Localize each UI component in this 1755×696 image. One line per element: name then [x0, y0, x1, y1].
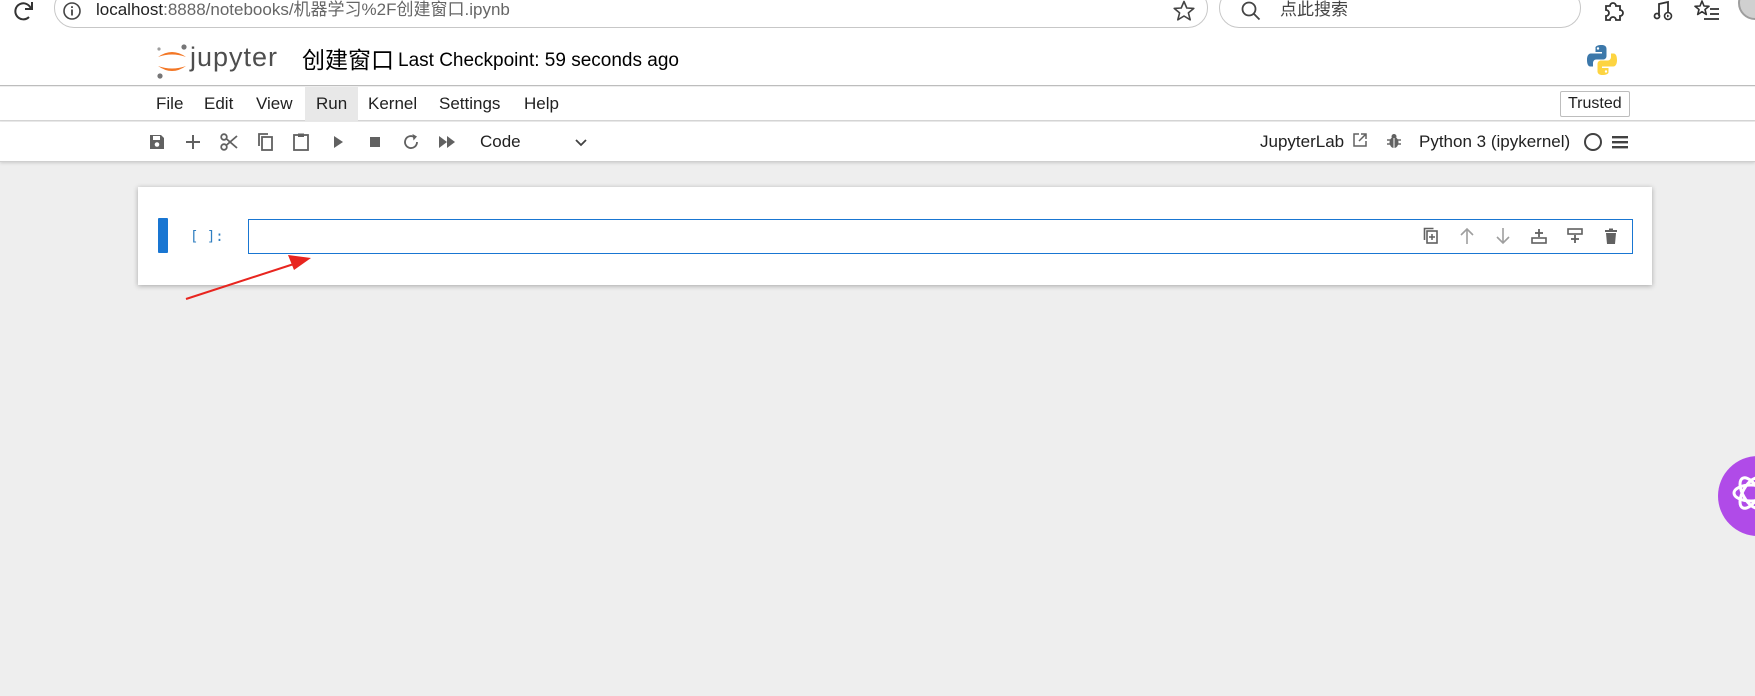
menu-kernel[interactable]: Kernel: [357, 87, 428, 121]
stop-icon[interactable]: [364, 131, 386, 153]
assistant-orb-button[interactable]: [1718, 456, 1755, 536]
debugger-bug-icon[interactable]: [1385, 132, 1403, 150]
site-info-icon[interactable]: [62, 1, 82, 21]
insert-below-icon: [1567, 228, 1583, 243]
reload-icon[interactable]: [12, 0, 36, 22]
jupyter-wordmark: jupyter: [190, 42, 279, 72]
notebook-title[interactable]: 创建窗口: [302, 46, 394, 74]
delete-icon: [1605, 228, 1617, 244]
paste-icon[interactable]: [290, 131, 312, 153]
menu-bar: File Edit View Run Kernel Settings Help: [0, 87, 1755, 121]
assistant-logo-icon: [1732, 476, 1755, 510]
favorites-list-icon[interactable]: [1694, 0, 1720, 24]
kernel-status-idle-icon: [1584, 133, 1602, 151]
move-cell-down-button[interactable]: [1489, 224, 1517, 248]
search-icon: [1241, 1, 1261, 21]
menu-view[interactable]: View: [245, 87, 304, 121]
jupyter-logo-icon[interactable]: [154, 43, 190, 79]
save-icon[interactable]: [146, 131, 168, 153]
favorite-star-icon[interactable]: [1172, 0, 1196, 23]
last-checkpoint: Last Checkpoint: 59 seconds ago: [398, 50, 679, 71]
url-path: :8888/notebooks/机器学习%2F创建窗口.ipynb: [163, 0, 510, 19]
insert-cell-above-button[interactable]: [1525, 224, 1553, 248]
insert-above-icon: [1531, 229, 1547, 244]
kernel-name[interactable]: Python 3 (ipykernel): [1419, 131, 1570, 153]
url-host: localhost: [96, 0, 164, 19]
restart-icon[interactable]: [400, 131, 422, 153]
move-up-icon: [1460, 227, 1474, 244]
menu-settings[interactable]: Settings: [428, 87, 511, 121]
python-logo-icon: [1587, 45, 1617, 75]
property-inspector-icon[interactable]: [1610, 132, 1630, 152]
menu-run[interactable]: Run: [305, 87, 359, 121]
move-down-icon: [1496, 228, 1510, 245]
cell-collapser[interactable]: [158, 218, 168, 253]
external-link-icon[interactable]: [1352, 132, 1368, 148]
run-icon[interactable]: [327, 131, 349, 153]
add-cell-icon[interactable]: [182, 131, 204, 153]
trusted-indicator[interactable]: Trusted: [1560, 91, 1630, 117]
duplicate-icon: [1423, 227, 1438, 244]
open-jupyterlab-link[interactable]: JupyterLab: [1260, 131, 1344, 153]
media-icon[interactable]: [1650, 0, 1676, 24]
copy-icon[interactable]: [254, 131, 276, 153]
cell-type-value: Code: [480, 132, 521, 151]
browser-search-box[interactable]: [1219, 0, 1581, 28]
url-text[interactable]: localhost:8888/notebooks/机器学习%2F创建窗口.ipy…: [96, 0, 510, 20]
cell-toolbar: [1417, 224, 1625, 248]
cell-type-select[interactable]: Code: [474, 130, 592, 154]
move-cell-up-button[interactable]: [1453, 224, 1481, 248]
delete-cell-button[interactable]: [1597, 224, 1625, 248]
extensions-icon[interactable]: [1600, 0, 1626, 24]
cut-icon[interactable]: [218, 131, 240, 153]
menu-help[interactable]: Help: [513, 87, 570, 121]
run-all-icon[interactable]: [436, 131, 458, 153]
insert-cell-below-button[interactable]: [1561, 224, 1589, 248]
duplicate-cell-button[interactable]: [1417, 224, 1445, 248]
cell-input-prompt: [ ]:: [190, 229, 224, 245]
chevron-down-icon: [575, 139, 587, 147]
search-placeholder: 点此搜索: [1280, 0, 1348, 19]
menu-file[interactable]: File: [145, 87, 194, 121]
menu-edit[interactable]: Edit: [193, 87, 244, 121]
